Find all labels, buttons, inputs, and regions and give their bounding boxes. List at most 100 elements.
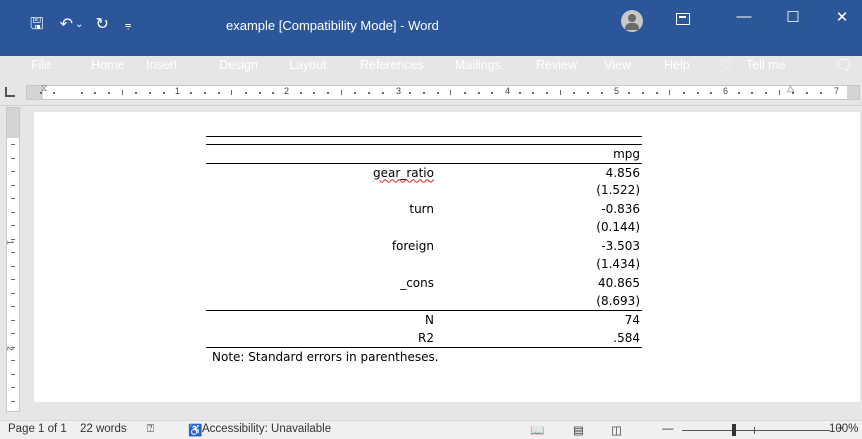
- row-label: _cons: [400, 275, 434, 290]
- table-stat-row: N 74: [206, 311, 642, 330]
- tab-help[interactable]: Help: [664, 58, 690, 72]
- tab-selector-icon[interactable]: [5, 87, 15, 97]
- zoom-slider-thumb[interactable]: [732, 424, 736, 436]
- print-layout-icon[interactable]: ▤: [573, 423, 584, 437]
- table-header-row: mpg: [206, 144, 642, 163]
- vertical-ruler[interactable]: 1 2: [6, 107, 20, 412]
- coefficient: 4.856: [605, 165, 640, 180]
- ruler-mark: [641, 92, 644, 94]
- ruler-mark: [682, 92, 685, 94]
- stat-label: N: [425, 312, 434, 327]
- ruler-mark: [39, 92, 42, 94]
- word-count[interactable]: 22 words: [80, 423, 127, 435]
- zoom-slider-center-mark: [754, 427, 755, 434]
- table-top-rule: [206, 136, 642, 144]
- tell-me-search[interactable]: Tell me: [746, 58, 786, 72]
- indent-marker-icon[interactable]: ⧖: [41, 83, 47, 94]
- stat-value: .584: [613, 331, 640, 345]
- ruler-mark: [546, 92, 549, 94]
- ruler-mark: [299, 92, 302, 94]
- ruler-mark: [532, 92, 535, 94]
- vruler-mark: [11, 346, 15, 348]
- zoom-out-button[interactable]: —: [662, 423, 674, 435]
- vruler-mark: [11, 211, 15, 213]
- status-bar: Page 1 of 1 22 words ⍰ ♿ Accessibility: …: [0, 420, 862, 439]
- ruler-mark: [327, 92, 330, 94]
- table-row: (0.144): [206, 218, 642, 237]
- close-button[interactable]: ✕: [832, 8, 852, 26]
- redo-icon[interactable]: ↻: [95, 14, 108, 36]
- vruler-mark: [11, 400, 15, 402]
- document-page[interactable]: mpg gear_ratio 4.856 (1.522) turn -0.836…: [34, 112, 860, 402]
- ruler-mark: [655, 92, 658, 94]
- zoom-slider-track[interactable]: [682, 430, 830, 431]
- ruler-mark: [80, 92, 83, 94]
- vruler-mark: [11, 279, 15, 280]
- vruler-mark: [11, 184, 15, 186]
- read-mode-icon[interactable]: 📖: [530, 423, 544, 437]
- ruler-mark: [696, 92, 699, 94]
- ruler-number: 1: [175, 86, 181, 96]
- user-avatar[interactable]: [621, 10, 643, 32]
- ribbon-tabs: File Home Insert Design Layout Reference…: [0, 56, 862, 80]
- column-header: mpg: [613, 147, 640, 161]
- vruler-mark: [11, 292, 15, 294]
- ruler-mark: [436, 92, 439, 94]
- horizontal-ruler[interactable]: ⧖ 1 2 3 4 5 6 △ 7: [26, 83, 860, 100]
- table-row: turn -0.836: [206, 200, 642, 219]
- ruler-mark: [258, 92, 261, 94]
- ruler-mark: [340, 90, 342, 95]
- vruler-mark: [11, 387, 15, 388]
- ruler-mark: [162, 92, 165, 94]
- ruler-mark: [203, 92, 206, 94]
- vruler-mark: [11, 198, 15, 199]
- vruler-number: 1: [5, 240, 15, 245]
- tab-design[interactable]: Design: [219, 58, 258, 72]
- undo-icon[interactable]: ↶: [60, 14, 73, 36]
- vruler-top-margin: [7, 108, 19, 138]
- table-row: _cons 40.865: [206, 274, 642, 293]
- ribbon-display-options-icon[interactable]: [676, 13, 690, 25]
- ruler-mark: [573, 92, 576, 94]
- title-bar: 🖫 ↶ ⌄ ↻ ⩦ example [Compatibility Mode] -…: [0, 0, 862, 74]
- accessibility-status[interactable]: Accessibility: Unavailable: [202, 423, 331, 435]
- coefficient: -3.503: [601, 238, 640, 253]
- tab-layout[interactable]: Layout: [289, 58, 327, 72]
- tab-review[interactable]: Review: [536, 58, 577, 72]
- ruler-number: 5: [614, 86, 620, 96]
- stat-label: R2: [418, 331, 434, 345]
- tab-home[interactable]: Home: [91, 58, 124, 72]
- save-icon[interactable]: 🖫: [30, 14, 44, 36]
- undo-dropdown-icon[interactable]: ⌄: [75, 14, 83, 36]
- customize-toolbar-icon[interactable]: ⩦: [125, 14, 131, 36]
- ruler-number: 4: [505, 86, 511, 96]
- ruler-mark: [765, 92, 768, 94]
- tab-file[interactable]: File: [31, 58, 51, 72]
- coefficient: 40.865: [598, 275, 640, 290]
- tab-view[interactable]: View: [604, 58, 631, 72]
- page-count[interactable]: Page 1 of 1: [8, 423, 67, 435]
- regression-table: mpg gear_ratio 4.856 (1.522) turn -0.836…: [206, 136, 642, 366]
- web-layout-icon[interactable]: ◫: [611, 423, 622, 437]
- tab-insert[interactable]: Insert: [146, 58, 177, 72]
- table-stat-row: R2 .584: [206, 329, 642, 348]
- tab-references[interactable]: References: [360, 58, 424, 72]
- row-label: turn: [409, 201, 434, 216]
- ruler-mark: [313, 92, 316, 94]
- tab-mailings[interactable]: Mailings: [455, 58, 501, 72]
- lightbulb-icon[interactable]: ♡: [720, 56, 733, 74]
- ruler-mark: [190, 92, 193, 94]
- comments-icon[interactable]: 🗨: [834, 56, 853, 74]
- ruler-mark: [94, 92, 97, 94]
- ruler-mark: [792, 92, 795, 94]
- vruler-mark: [11, 157, 15, 159]
- minimize-button[interactable]: —: [734, 8, 754, 25]
- ruler-mark: [231, 90, 233, 95]
- zoom-level[interactable]: 100%: [829, 423, 858, 435]
- ruler-mark: [272, 92, 275, 94]
- maximize-button[interactable]: ☐: [783, 8, 803, 26]
- proofing-icon[interactable]: ⍰: [147, 423, 154, 436]
- ruler-number: 6: [723, 86, 729, 96]
- ruler-number: 2: [284, 86, 290, 96]
- ruler-mark: [710, 92, 713, 94]
